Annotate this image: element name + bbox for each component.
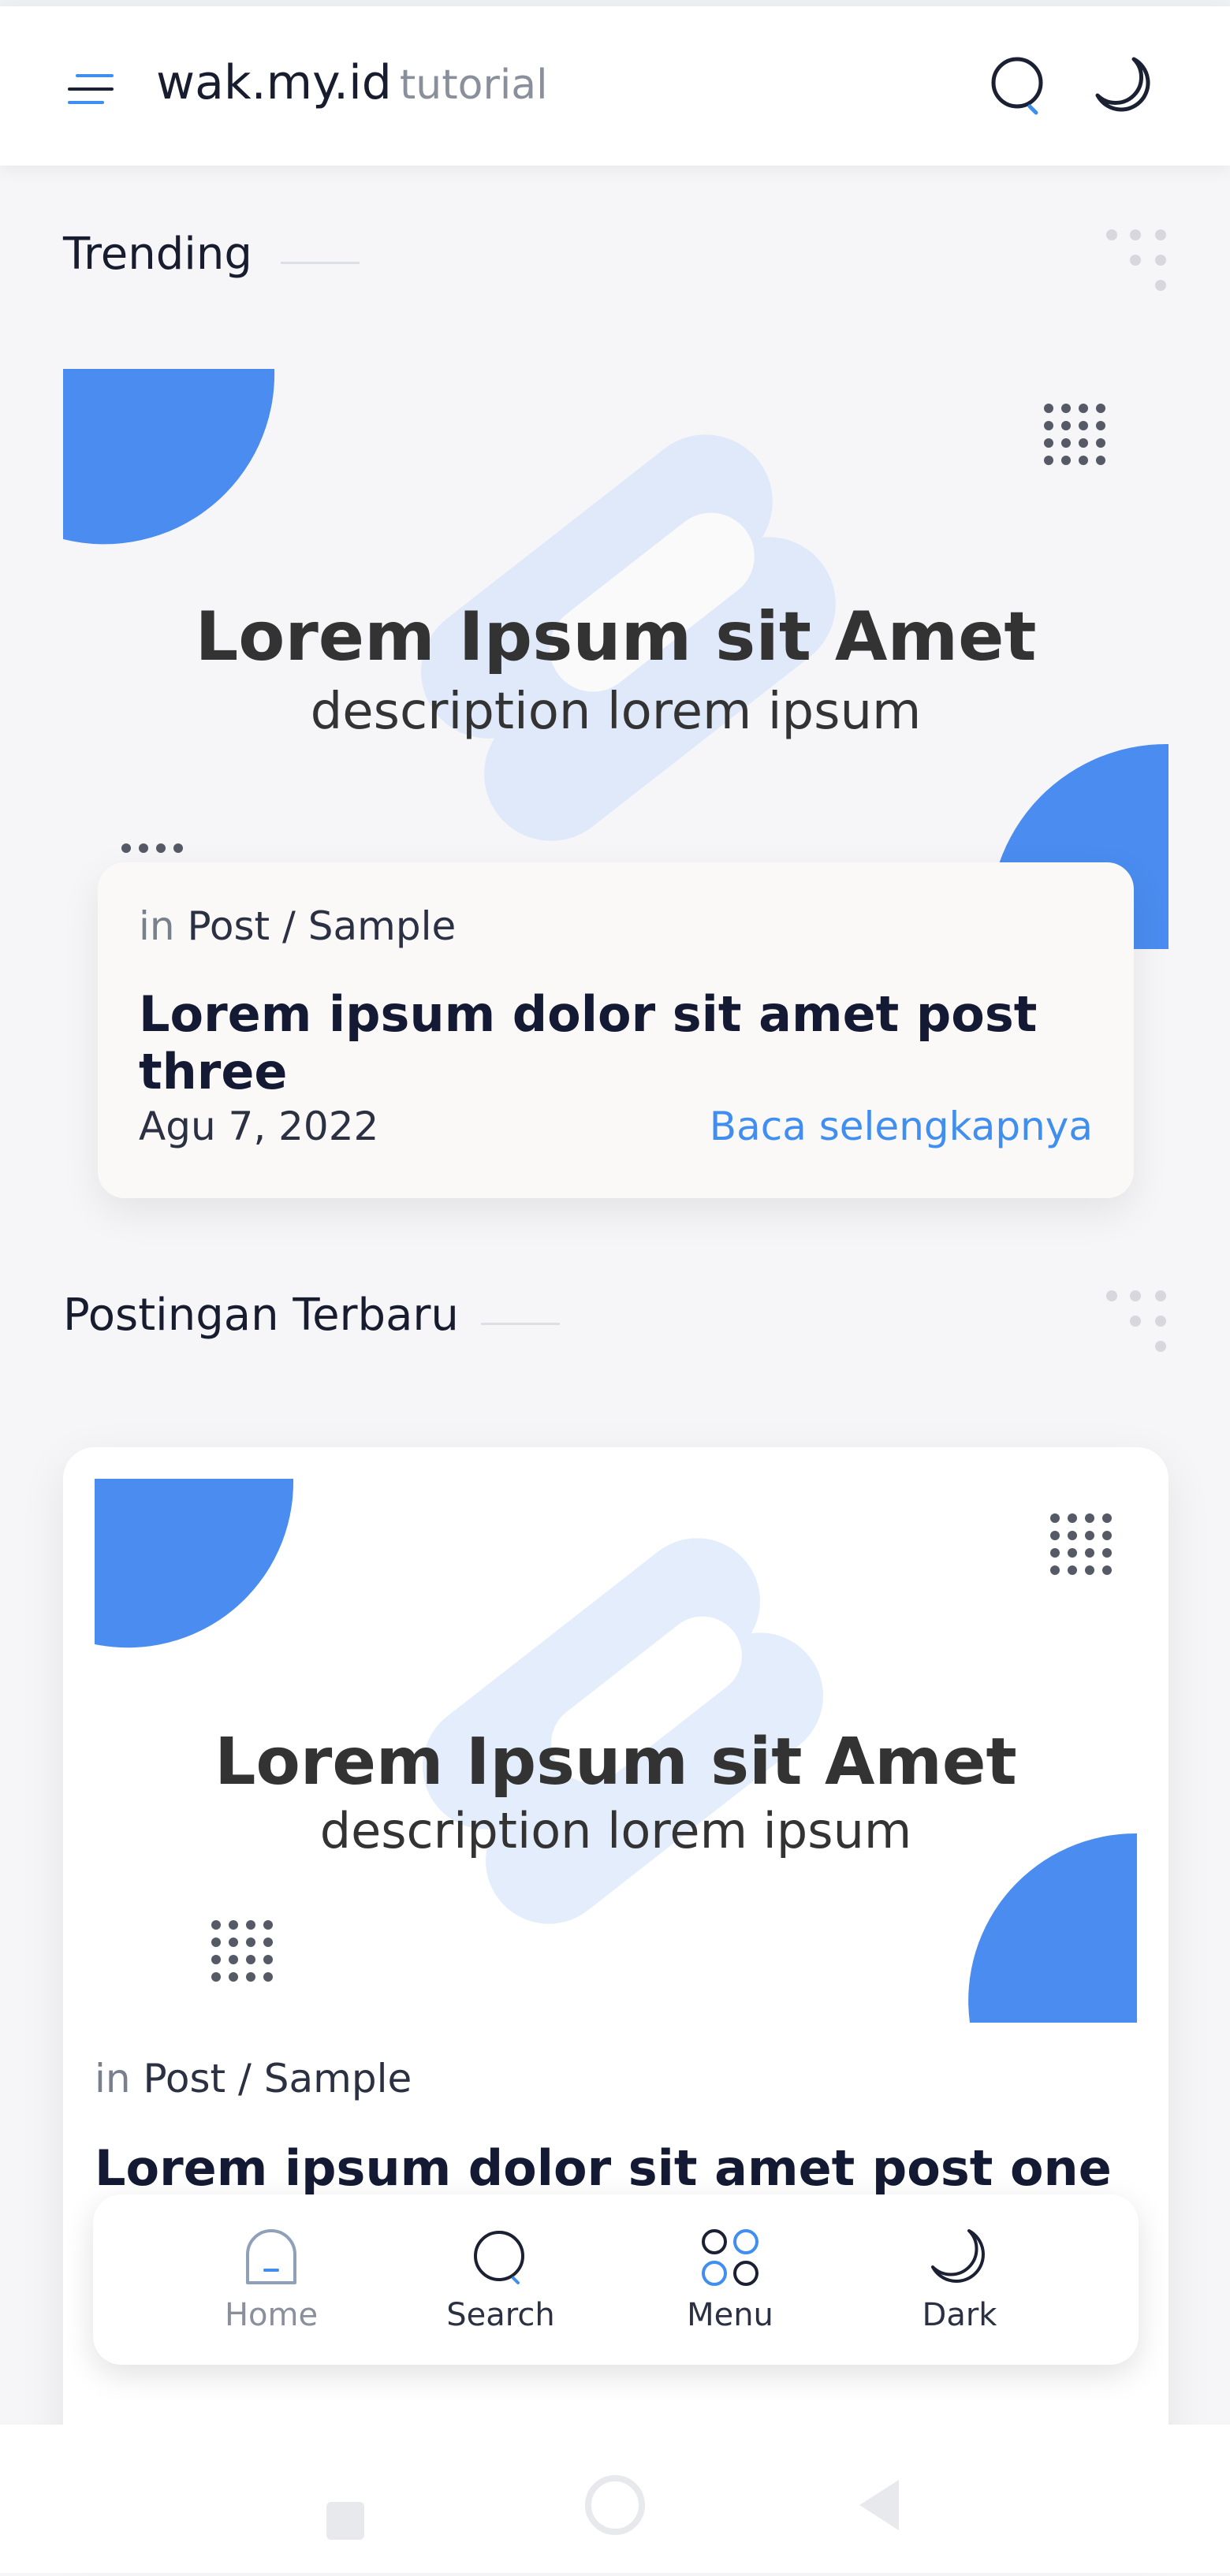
thumbnail-description: description lorem ipsum — [310, 683, 922, 741]
category-prefix: in — [139, 903, 175, 949]
dots-icon — [1106, 229, 1166, 291]
post-date: Agu 7, 2022 — [139, 1104, 379, 1149]
latest-post-thumbnail[interactable]: Lorem Ipsum sit Amet description lorem i… — [95, 1479, 1137, 2023]
thumbnail-description: description lorem ipsum — [319, 1802, 912, 1859]
nav-search[interactable]: Search — [422, 2194, 580, 2365]
post-title[interactable]: Lorem ipsum dolor sit amet post three — [139, 985, 1134, 1100]
moon-icon — [931, 2229, 985, 2283]
thumbnail-title: Lorem Ipsum sit Amet — [214, 1725, 1017, 1800]
nav-menu[interactable]: Menu — [651, 2194, 809, 2365]
section-more-icon[interactable] — [1104, 227, 1175, 298]
thumbnail-title: Lorem Ipsum sit Amet — [195, 597, 1037, 676]
site-brand[interactable]: wak.my.id tutorial — [156, 55, 548, 110]
brand-name: wak.my.id — [156, 55, 392, 110]
post-title[interactable]: Lorem ipsum dolor sit amet post one — [95, 2139, 1112, 2197]
system-navigation-bar — [0, 2425, 1230, 2573]
app-header: wak.my.id tutorial — [0, 6, 1230, 166]
recents-icon — [326, 2502, 364, 2540]
menu-toggle-button[interactable] — [63, 61, 118, 117]
grid-icon — [702, 2229, 758, 2286]
trending-post-card[interactable]: in Post / Sample Lorem ipsum dolor sit a… — [98, 862, 1134, 1198]
read-more-link[interactable]: Baca selengkapnya — [710, 1104, 1093, 1149]
section-title-latest: Postingan Terbaru — [63, 1290, 459, 1341]
brand-subtitle: tutorial — [399, 61, 548, 109]
home-button-icon — [585, 2475, 645, 2535]
section-divider — [481, 1323, 560, 1325]
nav-home[interactable]: Home — [192, 2194, 350, 2365]
search-icon — [991, 57, 1043, 115]
section-more-icon[interactable] — [1104, 1288, 1175, 1359]
nav-home-label: Home — [224, 2297, 319, 2333]
category-link[interactable]: Post / Sample — [188, 903, 457, 949]
post-category: in Post / Sample — [139, 903, 456, 949]
header-search-button[interactable] — [984, 50, 1055, 121]
status-bar — [0, 0, 1230, 6]
search-icon — [474, 2231, 524, 2284]
system-nav-graphic — [326, 2475, 899, 2540]
category-link[interactable]: Post / Sample — [144, 2056, 412, 2101]
nav-search-label: Search — [446, 2297, 555, 2333]
section-title-trending: Trending — [63, 229, 252, 280]
post-category: in Post / Sample — [95, 2056, 412, 2101]
nav-dark[interactable]: Dark — [881, 2194, 1038, 2365]
nav-menu-label: Menu — [687, 2297, 773, 2333]
header-dark-mode-button[interactable] — [1088, 50, 1159, 121]
dots-icon — [1106, 1290, 1166, 1352]
home-icon — [246, 2229, 296, 2284]
back-icon — [859, 2480, 899, 2530]
hamburger-icon — [68, 74, 114, 104]
moon-icon — [1095, 57, 1150, 112]
category-prefix: in — [95, 2056, 131, 2101]
nav-dark-label: Dark — [922, 2297, 997, 2333]
bottom-navigation: Home Search Menu Dark — [93, 2194, 1139, 2365]
latest-post-card[interactable]: Lorem Ipsum sit Amet description lorem i… — [63, 1447, 1168, 2535]
section-divider — [281, 262, 360, 264]
